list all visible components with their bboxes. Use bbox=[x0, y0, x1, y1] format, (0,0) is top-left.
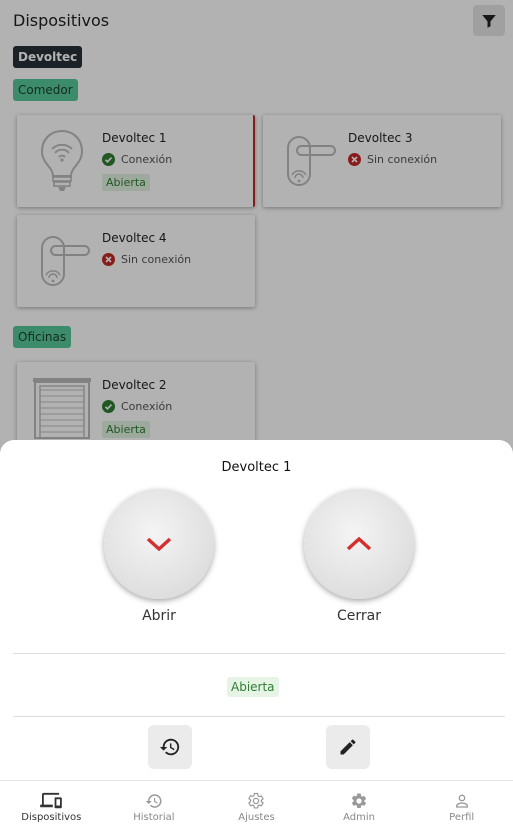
nav-settings[interactable]: Ajustes bbox=[205, 781, 308, 829]
nav-history[interactable]: Historial bbox=[103, 781, 206, 829]
admin-gear-icon bbox=[352, 793, 367, 808]
bottom-nav: Dispositivos Historial Ajustes Admin Per… bbox=[0, 780, 513, 829]
open-button[interactable] bbox=[104, 489, 214, 599]
close-label: Cerrar bbox=[337, 608, 381, 624]
nav-label: Admin bbox=[343, 812, 376, 823]
nav-label: Dispositivos bbox=[21, 812, 82, 823]
divider bbox=[13, 653, 505, 654]
devices-icon bbox=[40, 792, 63, 809]
device-bottom-sheet: Devoltec 1 Abrir Cerrar Abierta bbox=[0, 440, 513, 780]
edit-button[interactable] bbox=[326, 725, 370, 769]
edit-icon bbox=[340, 739, 356, 755]
person-icon bbox=[455, 794, 468, 808]
nav-admin[interactable]: Admin bbox=[308, 781, 411, 829]
nav-label: Historial bbox=[133, 812, 175, 823]
nav-label: Perfil bbox=[449, 812, 475, 823]
nav-devices[interactable]: Dispositivos bbox=[0, 781, 103, 829]
sheet-title: Devoltec 1 bbox=[221, 460, 292, 475]
history-button[interactable] bbox=[148, 725, 192, 769]
history-icon bbox=[159, 738, 180, 756]
chevron-down-icon bbox=[146, 537, 172, 552]
gear-icon bbox=[248, 792, 265, 809]
close-button[interactable] bbox=[304, 489, 414, 599]
divider bbox=[13, 716, 505, 717]
state-badge: Abierta bbox=[227, 677, 279, 697]
open-label: Abrir bbox=[142, 608, 176, 624]
chevron-up-icon bbox=[346, 536, 372, 551]
nav-label: Ajustes bbox=[238, 812, 275, 823]
history-icon bbox=[145, 794, 162, 808]
nav-profile[interactable]: Perfil bbox=[410, 781, 513, 829]
